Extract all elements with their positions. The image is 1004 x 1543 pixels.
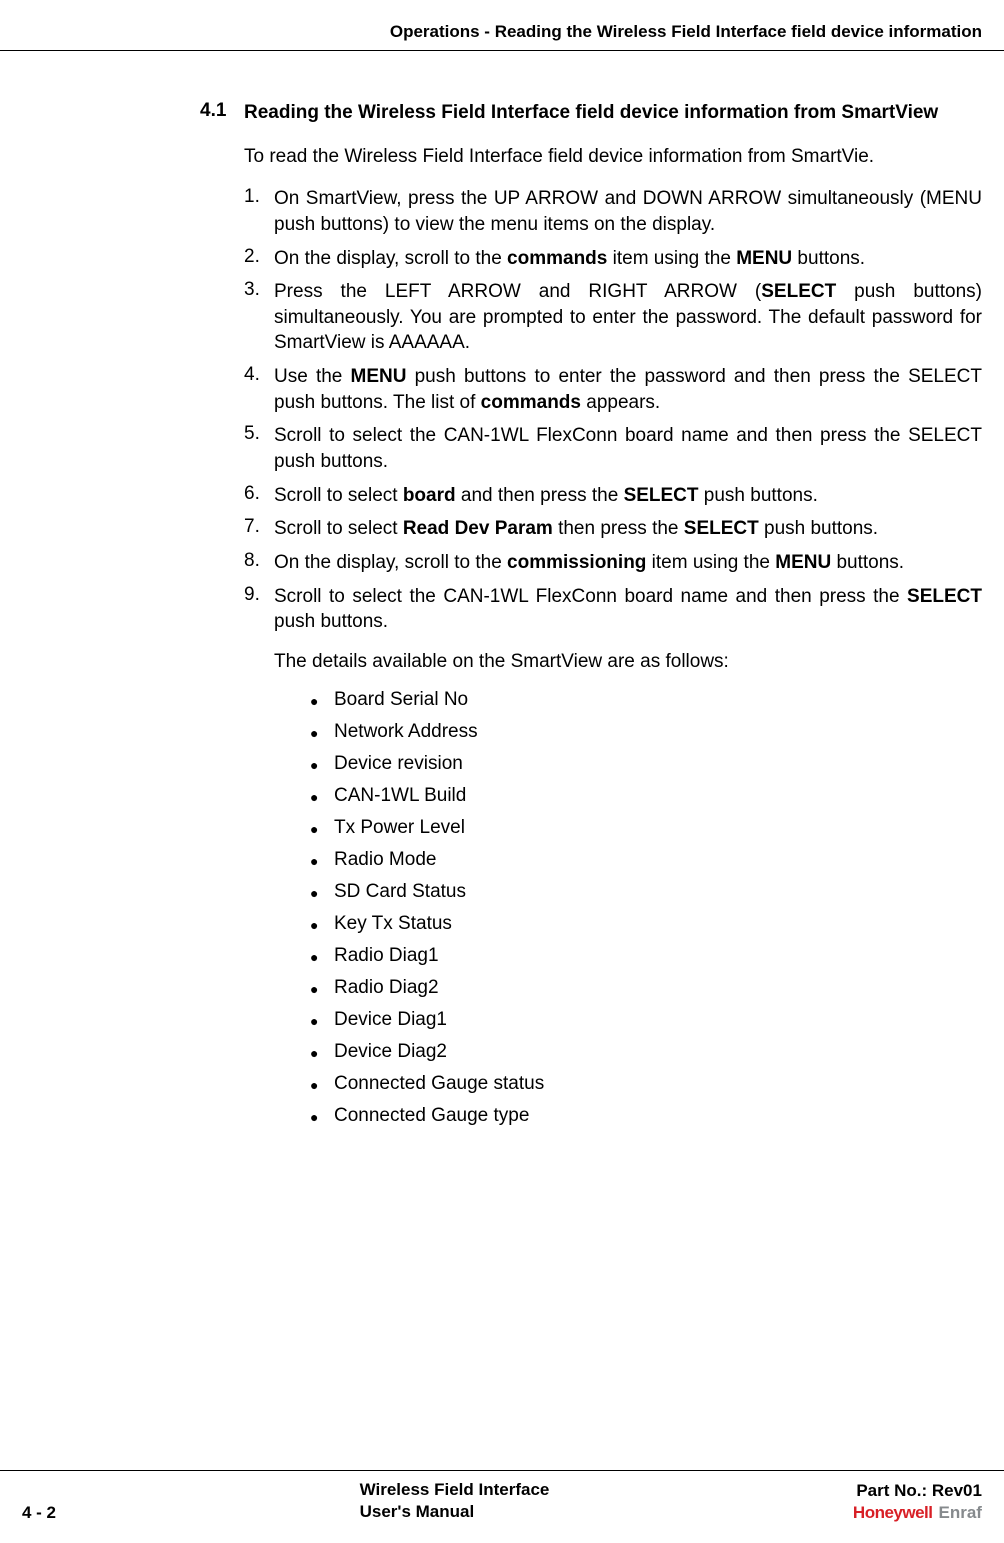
- doc-title-line2: User's Manual: [360, 1501, 550, 1523]
- bullet-icon: ●: [310, 849, 334, 873]
- step-item: 6.Scroll to select board and then press …: [244, 483, 982, 509]
- bullet-item: ●Device Diag2: [310, 1041, 982, 1065]
- bullet-item: ●Radio Diag2: [310, 977, 982, 1001]
- bullet-text: Connected Gauge status: [334, 1073, 982, 1095]
- doc-title: Wireless Field Interface User's Manual: [360, 1479, 550, 1523]
- enraf-logo: Enraf: [939, 1503, 982, 1523]
- step-number: 2.: [244, 246, 274, 272]
- step-text: On the display, scroll to the commission…: [274, 550, 982, 576]
- step-text: On the display, scroll to the commands i…: [274, 246, 982, 272]
- step-text: Press the LEFT ARROW and RIGHT ARROW (SE…: [274, 279, 982, 356]
- step-item: 3.Press the LEFT ARROW and RIGHT ARROW (…: [244, 279, 982, 356]
- bullet-icon: ●: [310, 977, 334, 1001]
- bullet-item: ●Board Serial No: [310, 689, 982, 713]
- intro-paragraph: To read the Wireless Field Interface fie…: [244, 144, 982, 171]
- step-number: 5.: [244, 423, 274, 474]
- bullet-item: ●Network Address: [310, 721, 982, 745]
- step-text: Scroll to select board and then press th…: [274, 483, 982, 509]
- step-item: 4.Use the MENU push buttons to enter the…: [244, 364, 982, 415]
- step-number: 8.: [244, 550, 274, 576]
- page-header: Operations - Reading the Wireless Field …: [0, 22, 1004, 51]
- bullet-text: Board Serial No: [334, 689, 982, 711]
- bullet-text: Network Address: [334, 721, 982, 743]
- step-item: 1.On SmartView, press the UP ARROW and D…: [244, 186, 982, 237]
- step-item: 5.Scroll to select the CAN-1WL FlexConn …: [244, 423, 982, 474]
- step-number: 9.: [244, 584, 274, 635]
- bullet-item: ●Radio Mode: [310, 849, 982, 873]
- bullet-icon: ●: [310, 721, 334, 745]
- step-text: Scroll to select the CAN-1WL FlexConn bo…: [274, 423, 982, 474]
- bullet-text: Key Tx Status: [334, 913, 982, 935]
- bullet-icon: ●: [310, 689, 334, 713]
- bullet-icon: ●: [310, 817, 334, 841]
- step-item: 8.On the display, scroll to the commissi…: [244, 550, 982, 576]
- numbered-steps: 1.On SmartView, press the UP ARROW and D…: [244, 186, 982, 635]
- bullet-icon: ●: [310, 1105, 334, 1129]
- step-text: On SmartView, press the UP ARROW and DOW…: [274, 186, 982, 237]
- footer-right: Part No.: Rev01 Honeywell Enraf: [853, 1481, 982, 1523]
- step-text: Use the MENU push buttons to enter the p…: [274, 364, 982, 415]
- step-item: 7.Scroll to select Read Dev Param then p…: [244, 516, 982, 542]
- header-title: Operations - Reading the Wireless Field …: [22, 22, 982, 42]
- bullet-icon: ●: [310, 1009, 334, 1033]
- bullet-item: ●Device Diag1: [310, 1009, 982, 1033]
- step-text: Scroll to select Read Dev Param then pre…: [274, 516, 982, 542]
- bullet-item: ●Tx Power Level: [310, 817, 982, 841]
- logo-row: Honeywell Enraf: [853, 1503, 982, 1523]
- section-number: 4.1: [200, 100, 244, 126]
- section-heading: 4.1 Reading the Wireless Field Interface…: [200, 100, 982, 126]
- bullet-text: Connected Gauge type: [334, 1105, 982, 1127]
- bullet-text: CAN-1WL Build: [334, 785, 982, 807]
- bullet-text: Device revision: [334, 753, 982, 775]
- bullet-list: ●Board Serial No●Network Address●Device …: [310, 689, 982, 1129]
- honeywell-logo: Honeywell: [853, 1503, 933, 1523]
- step-item: 9.Scroll to select the CAN-1WL FlexConn …: [244, 584, 982, 635]
- bullet-item: ●SD Card Status: [310, 881, 982, 905]
- bullet-text: Radio Diag1: [334, 945, 982, 967]
- bullet-text: SD Card Status: [334, 881, 982, 903]
- bullet-item: ●Device revision: [310, 753, 982, 777]
- bullet-text: Tx Power Level: [334, 817, 982, 839]
- bullet-item: ●Key Tx Status: [310, 913, 982, 937]
- part-number: Part No.: Rev01: [853, 1481, 982, 1501]
- section-title: Reading the Wireless Field Interface fie…: [244, 100, 938, 126]
- page-number: 4 - 2: [22, 1503, 56, 1523]
- bullet-icon: ●: [310, 945, 334, 969]
- bullet-item: ●Radio Diag1: [310, 945, 982, 969]
- step-number: 7.: [244, 516, 274, 542]
- details-intro: The details available on the SmartView a…: [274, 651, 982, 673]
- step-number: 6.: [244, 483, 274, 509]
- bullet-item: ●Connected Gauge status: [310, 1073, 982, 1097]
- bullet-text: Radio Diag2: [334, 977, 982, 999]
- bullet-text: Device Diag2: [334, 1041, 982, 1063]
- step-item: 2.On the display, scroll to the commands…: [244, 246, 982, 272]
- step-number: 1.: [244, 186, 274, 237]
- bullet-icon: ●: [310, 753, 334, 777]
- bullet-icon: ●: [310, 1041, 334, 1065]
- main-content: 4.1 Reading the Wireless Field Interface…: [200, 100, 982, 1137]
- bullet-item: ●CAN-1WL Build: [310, 785, 982, 809]
- page-footer: 4 - 2 Wireless Field Interface User's Ma…: [0, 1470, 1004, 1523]
- step-number: 3.: [244, 279, 274, 356]
- bullet-icon: ●: [310, 785, 334, 809]
- step-number: 4.: [244, 364, 274, 415]
- bullet-icon: ●: [310, 913, 334, 937]
- step-text: Scroll to select the CAN-1WL FlexConn bo…: [274, 584, 982, 635]
- doc-title-line1: Wireless Field Interface: [360, 1479, 550, 1501]
- bullet-item: ●Connected Gauge type: [310, 1105, 982, 1129]
- bullet-icon: ●: [310, 881, 334, 905]
- bullet-text: Radio Mode: [334, 849, 982, 871]
- bullet-text: Device Diag1: [334, 1009, 982, 1031]
- bullet-icon: ●: [310, 1073, 334, 1097]
